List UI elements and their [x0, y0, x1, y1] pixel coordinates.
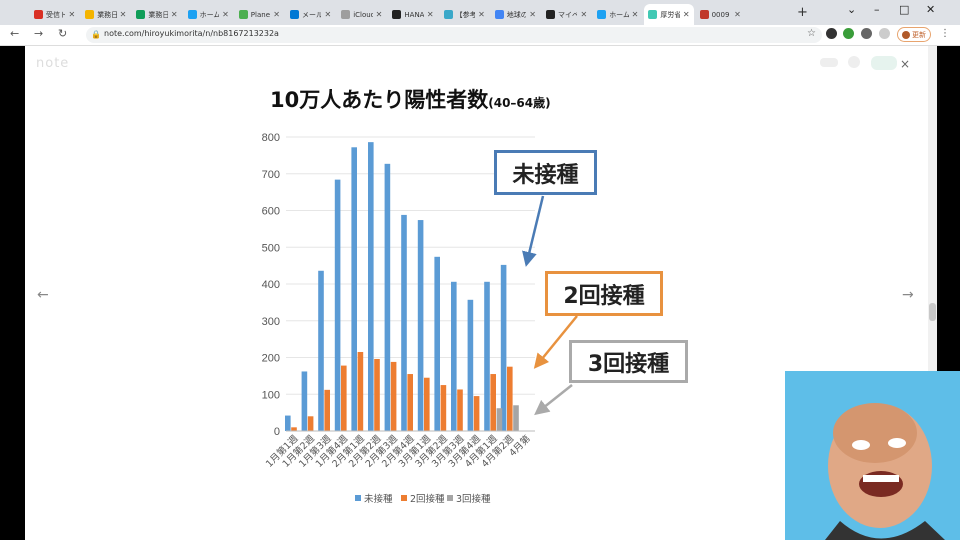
bar-未接種: [434, 256, 440, 431]
bar-2回接種: [507, 366, 513, 431]
legend-label: 未接種: [364, 493, 393, 505]
webcam-overlay: [785, 371, 960, 540]
y-tick-label: 700: [262, 169, 280, 181]
bar-未接種: [334, 179, 341, 431]
y-tick-label: 100: [262, 389, 280, 401]
bar-未接種: [467, 299, 474, 431]
y-tick-label: 200: [262, 353, 280, 365]
callout-arrow: [534, 384, 573, 416]
y-tick-label: 600: [262, 206, 280, 218]
bar-2回接種: [374, 358, 380, 431]
legend-label: 2回接種: [410, 493, 445, 505]
bar-2回接種: [341, 365, 347, 431]
legend-label: 3回接種: [456, 493, 491, 505]
bar-未接種: [318, 270, 324, 431]
legend-swatch: [355, 495, 361, 501]
bar-2回接種: [357, 351, 364, 431]
bar-未接種: [285, 415, 291, 431]
legend-swatch: [447, 495, 453, 501]
bar-2回接種: [291, 427, 297, 431]
bar-未接種: [500, 264, 507, 431]
bar-未接種: [417, 220, 424, 431]
bar-2回接種: [390, 361, 397, 431]
bar-2回接種: [490, 374, 496, 431]
bar-2回接種: [307, 416, 314, 431]
y-tick-label: 400: [262, 279, 280, 291]
bar-2回接種: [424, 377, 430, 431]
y-tick-label: 500: [262, 242, 280, 254]
bar-未接種: [484, 281, 490, 431]
bar-2回接種: [457, 389, 463, 431]
bar-未接種: [301, 371, 308, 431]
bar-3回接種: [513, 405, 519, 431]
bar-未接種: [451, 281, 457, 431]
bar-未接種: [384, 163, 391, 431]
legend-swatch: [401, 495, 407, 501]
person-photo: [825, 403, 945, 540]
bar-3回接種: [496, 408, 503, 431]
callout-arrow: [522, 195, 545, 267]
annotation-three-doses: 3回接種: [569, 340, 688, 383]
annotation-two-doses: 2回接種: [545, 271, 663, 316]
bar-2回接種: [440, 385, 447, 431]
bar-未接種: [351, 147, 357, 432]
bar-未接種: [368, 142, 374, 431]
y-tick-label: 0: [274, 426, 280, 438]
bar-2回接種: [473, 396, 480, 431]
bar-2回接種: [324, 389, 330, 431]
bar-2回接種: [407, 374, 413, 431]
y-tick-label: 300: [262, 316, 280, 328]
bar-未接種: [401, 214, 407, 431]
y-tick-label: 800: [262, 132, 280, 144]
annotation-unvaccinated: 未接種: [494, 150, 597, 195]
